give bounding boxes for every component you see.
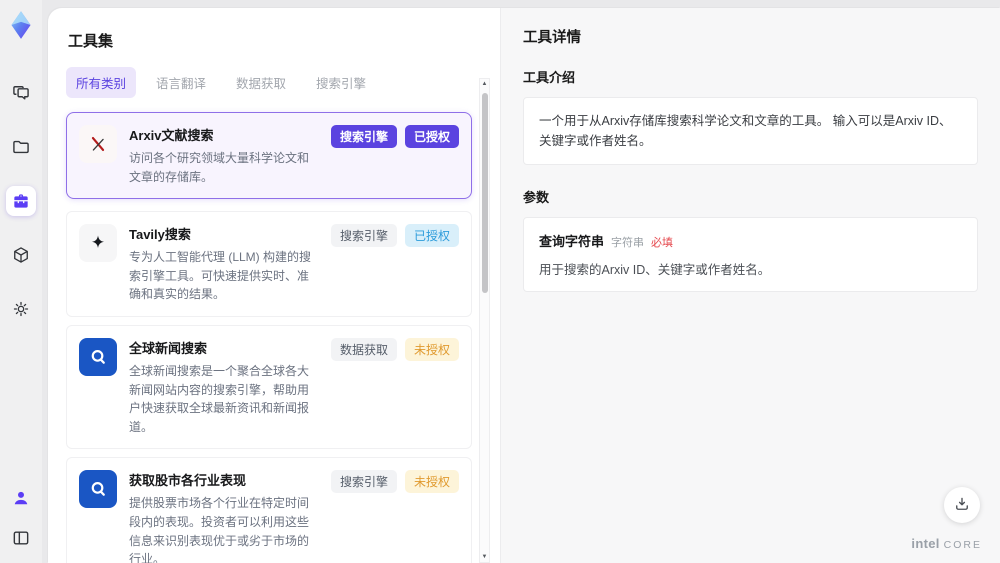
nav-folder-icon[interactable] <box>6 132 36 162</box>
category-tab[interactable]: 语言翻译 <box>146 67 216 98</box>
category-tabs: 所有类别 语言翻译 数据获取 搜索引擎 <box>66 67 472 98</box>
nav-cube-icon[interactable] <box>6 240 36 270</box>
tool-card[interactable]: 全球新闻搜索 全球新闻搜索是一个聚合全球各大新闻网站内容的搜索引擎，帮助用户快速… <box>66 324 472 450</box>
intel-core-logo: intel CORE <box>911 536 982 551</box>
tool-intro-text: 一个用于从Arxiv存储库搜索科学论文和文章的工具。 输入可以是Arxiv ID… <box>523 97 978 165</box>
tool-tag: 数据获取 <box>330 337 397 361</box>
category-tab[interactable]: 所有类别 <box>66 67 137 98</box>
nav-settings-gear-icon[interactable] <box>6 294 36 324</box>
nav-toolbox-icon[interactable] <box>6 186 36 216</box>
tool-card[interactable]: Arxiv文献搜索 访问各个研究领域大量科学论文和文章的存储库。 搜索引擎 已授权 <box>66 112 472 200</box>
param-description: 用于搜索的Arxiv ID、关键字或作者姓名。 <box>539 263 771 277</box>
tool-card[interactable]: Tavily搜索 专为人工智能代理 (LLM) 构建的搜索引擎工具。可快速提供实… <box>66 211 472 317</box>
tool-title: Arxiv文献搜索 <box>129 128 214 143</box>
arxiv-icon <box>79 125 117 163</box>
app-logo-icon <box>4 8 38 42</box>
tool-description: 提供股票市场各个行业在特定时间段内的表现。投资者可以利用这些信息来识别表现优于或… <box>129 496 310 563</box>
tool-list-pane: 工具集 所有类别 语言翻译 数据获取 搜索引擎 Arxiv文献搜索 访问各个研究… <box>48 8 500 563</box>
list-scrollbar[interactable]: ▲ ▼ <box>479 78 490 563</box>
scroll-up-arrow-icon[interactable]: ▲ <box>480 81 489 87</box>
main-panel: 工具集 所有类别 语言翻译 数据获取 搜索引擎 Arxiv文献搜索 访问各个研究… <box>48 8 1000 563</box>
nav-chat-icon[interactable] <box>6 78 36 108</box>
tool-description: 专为人工智能代理 (LLM) 构建的搜索引擎工具。可快速提供实时、准确和真实的结… <box>129 250 312 302</box>
tool-tag: 搜索引擎 <box>330 224 397 248</box>
sparkle-icon <box>79 224 117 263</box>
tool-tags: 搜索引擎 已授权 <box>330 125 459 186</box>
panel-toggle-icon[interactable] <box>6 523 36 553</box>
tool-details-pane: 工具详情 工具介绍 一个用于从Arxiv存储库搜索科学论文和文章的工具。 输入可… <box>500 8 1000 563</box>
qlogo-icon <box>79 337 117 376</box>
params-heading: 参数 <box>523 190 550 205</box>
left-rail <box>0 0 42 563</box>
param-type: 字符串 <box>611 237 645 249</box>
tool-description: 访问各个研究领域大量科学论文和文章的存储库。 <box>129 151 310 184</box>
qlogo-icon <box>79 470 117 509</box>
tool-tag: 未授权 <box>404 470 459 494</box>
tool-title: Tavily搜索 <box>129 227 191 243</box>
param-name: 查询字符串 <box>539 234 605 249</box>
tool-title: 全球新闻搜索 <box>129 340 208 356</box>
intro-heading: 工具介绍 <box>523 70 576 85</box>
tool-tags: 搜索引擎 未授权 <box>330 470 459 563</box>
download-icon <box>953 495 971 516</box>
category-tab[interactable]: 搜索引擎 <box>306 67 376 98</box>
page-title: 工具集 <box>68 33 114 50</box>
details-title: 工具详情 <box>523 30 581 46</box>
param-item: 查询字符串 字符串 必填 用于搜索的Arxiv ID、关键字或作者姓名。 <box>523 217 978 292</box>
tool-card[interactable]: 获取股市各行业表现 提供股票市场各个行业在特定时间段内的表现。投资者可以利用这些… <box>66 457 472 563</box>
download-button[interactable] <box>944 487 980 523</box>
tool-description: 全球新闻搜索是一个聚合全球各大新闻网站内容的搜索引擎，帮助用户快速获取全球最新资… <box>129 363 310 434</box>
tool-tag: 搜索引擎 <box>330 470 397 494</box>
tool-tags: 数据获取 未授权 <box>330 337 459 436</box>
category-tab[interactable]: 数据获取 <box>226 67 296 98</box>
tool-card-list: Arxiv文献搜索 访问各个研究领域大量科学论文和文章的存储库。 搜索引擎 已授权… <box>66 112 472 563</box>
scroll-down-arrow-icon[interactable]: ▼ <box>480 554 489 560</box>
tool-tag: 搜索引擎 <box>330 125 397 148</box>
user-avatar-icon[interactable] <box>6 483 36 513</box>
tool-tag: 已授权 <box>404 125 459 148</box>
tool-tag: 已授权 <box>404 224 459 248</box>
tool-tag: 未授权 <box>404 337 459 361</box>
scrollbar-thumb[interactable] <box>482 93 488 293</box>
tool-tags: 搜索引擎 已授权 <box>330 224 459 304</box>
param-required-badge: 必填 <box>651 237 674 249</box>
tool-title: 获取股市各行业表现 <box>129 473 247 489</box>
param-list: 查询字符串 字符串 必填 用于搜索的Arxiv ID、关键字或作者姓名。 <box>523 217 978 292</box>
